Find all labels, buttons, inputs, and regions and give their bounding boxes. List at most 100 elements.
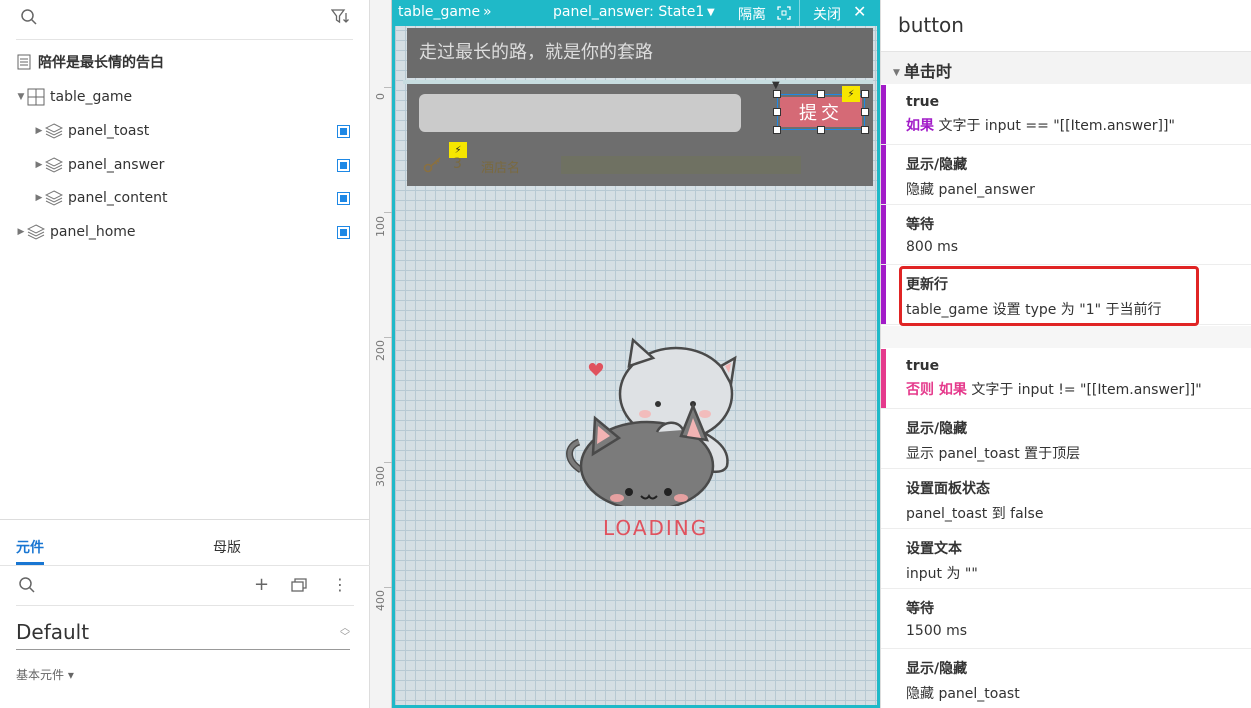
resize-handle[interactable] bbox=[817, 126, 825, 134]
search-icon[interactable] bbox=[20, 8, 38, 30]
caret-right-icon[interactable]: ▶ bbox=[34, 160, 44, 170]
case-condition[interactable]: true 如果 文字于 input == "[[Item.answer]]" bbox=[881, 85, 1251, 145]
outline-item-panel-content[interactable]: ▶ panel_content bbox=[0, 183, 370, 213]
search-icon[interactable] bbox=[18, 576, 36, 598]
resize-handle[interactable] bbox=[773, 126, 781, 134]
outline-item-panel-home[interactable]: ▶ panel_home bbox=[0, 217, 370, 247]
ruler-tick bbox=[384, 587, 392, 588]
question-text: 走过最长的路，就是你的套路 bbox=[419, 42, 653, 63]
store-name-label: 酒店名 bbox=[481, 161, 521, 176]
design-canvas: 0 100 200 300 400 table_game » panel_ans… bbox=[370, 0, 880, 708]
layers-icon bbox=[26, 222, 46, 242]
divider bbox=[799, 0, 800, 26]
action-item[interactable]: 显示/隐藏 显示 panel_toast 置于顶层 bbox=[881, 409, 1251, 469]
filter-icon[interactable] bbox=[330, 9, 349, 29]
event-label: 单击时 bbox=[903, 62, 952, 81]
ruler-mark: 300 bbox=[374, 466, 387, 487]
caret-down-icon[interactable]: ▼ bbox=[707, 7, 715, 18]
action-detail: 显示 panel_toast 置于顶层 bbox=[906, 446, 1081, 462]
phone-preview: 走过最长的路，就是你的套路 提交 ▼ ⚡ ⚡ 3 酒店名 LOADING bbox=[403, 26, 873, 708]
panel-state-dropdown[interactable]: panel_answer: State1 bbox=[553, 4, 704, 20]
updown-icon: ︿ ﹀ bbox=[340, 623, 350, 643]
action-title: 显示/隐藏 bbox=[906, 421, 968, 437]
isolate-button[interactable]: 隔离 bbox=[738, 4, 766, 24]
chevron-right-icon[interactable]: » bbox=[483, 4, 492, 20]
caret-right-icon[interactable]: ▶ bbox=[34, 126, 44, 136]
outline-page-row[interactable]: 陪伴是最长情的告白 bbox=[0, 47, 370, 77]
loading-text: LOADING bbox=[603, 516, 709, 540]
ruler-mark: 400 bbox=[374, 590, 387, 611]
add-icon[interactable]: + bbox=[254, 575, 269, 595]
action-item[interactable]: 设置面板状态 panel_toast 到 false bbox=[881, 469, 1251, 529]
tab-masters[interactable]: 母版 bbox=[213, 537, 241, 557]
close-icon[interactable]: ✕ bbox=[853, 2, 866, 21]
visibility-checkbox[interactable] bbox=[337, 225, 350, 239]
panel-answer[interactable]: 提交 ▼ ⚡ ⚡ 3 酒店名 bbox=[407, 80, 873, 186]
key-icon bbox=[423, 156, 443, 178]
visibility-checkbox[interactable] bbox=[337, 124, 350, 138]
action-item[interactable]: 显示/隐藏 隐藏 panel_toast bbox=[881, 649, 1251, 708]
action-item[interactable]: 设置文本 input 为 "" bbox=[881, 529, 1251, 589]
condition-text: 文字于 input == "[[Item.answer]]" bbox=[938, 118, 1175, 134]
edit-frame: table_game » panel_answer: State1 ▼ 隔离 关… bbox=[392, 0, 880, 708]
store-name-bar bbox=[561, 156, 801, 174]
key-count: 3 bbox=[453, 156, 462, 172]
action-detail: 隐藏 panel_toast bbox=[906, 686, 1020, 702]
ruler-tick bbox=[384, 212, 392, 213]
more-vertical-icon[interactable]: ⋮ bbox=[332, 575, 348, 595]
rotation-handle-icon[interactable]: ▼ bbox=[772, 80, 780, 91]
context-table-label[interactable]: table_game bbox=[398, 4, 480, 20]
action-title: 设置面板状态 bbox=[906, 481, 990, 497]
resize-handle[interactable] bbox=[861, 108, 869, 116]
selected-widget-title: button bbox=[881, 0, 1251, 52]
isolate-icon[interactable] bbox=[777, 6, 791, 24]
library-category[interactable]: 基本元件 ▾ bbox=[16, 666, 370, 683]
tab-widgets[interactable]: 元件 bbox=[16, 537, 44, 565]
action-item[interactable]: 显示/隐藏 隐藏 panel_answer bbox=[881, 145, 1251, 205]
caret-down-icon[interactable]: ▼ bbox=[16, 92, 26, 102]
visibility-checkbox[interactable] bbox=[337, 158, 350, 172]
event-header[interactable]: ▼ 单击时 bbox=[881, 52, 1251, 84]
action-title: 等待 bbox=[906, 601, 934, 617]
caret-down-icon[interactable]: ▼ bbox=[893, 68, 900, 78]
resize-handle[interactable] bbox=[817, 90, 825, 98]
action-item[interactable]: 等待 800 ms bbox=[881, 205, 1251, 265]
case-separator bbox=[881, 326, 1251, 348]
visibility-checkbox[interactable] bbox=[337, 191, 350, 205]
library-select-value: Default bbox=[16, 620, 90, 644]
outline-item-panel-toast[interactable]: ▶ panel_toast bbox=[0, 116, 370, 146]
library-select[interactable]: Default ︿ ﹀ bbox=[16, 620, 350, 650]
resize-handle[interactable] bbox=[773, 90, 781, 98]
heart-icon bbox=[588, 363, 604, 376]
layers-icon bbox=[44, 121, 64, 141]
table-icon bbox=[26, 87, 46, 107]
caret-right-icon[interactable]: ▶ bbox=[34, 193, 44, 203]
library-category-label: 基本元件 bbox=[16, 668, 65, 682]
caret-down-icon: ▾ bbox=[64, 668, 74, 682]
copy-icon[interactable] bbox=[291, 577, 307, 597]
caret-right-icon[interactable]: ▶ bbox=[16, 227, 26, 237]
outline-page-title: 陪伴是最长情的告白 bbox=[38, 55, 164, 71]
resize-handle[interactable] bbox=[773, 108, 781, 116]
outline-item-table-game[interactable]: ▼ table_game bbox=[0, 82, 370, 112]
resize-handle[interactable] bbox=[861, 90, 869, 98]
case-title: true bbox=[906, 94, 940, 110]
case-2[interactable]: true 否则 如果 文字于 input != "[[Item.answer]]… bbox=[881, 349, 1251, 708]
vertical-ruler: 0 100 200 300 400 bbox=[370, 0, 392, 708]
answer-input[interactable] bbox=[419, 94, 741, 132]
outline-item-panel-answer[interactable]: ▶ panel_answer bbox=[0, 150, 370, 180]
page-icon bbox=[14, 52, 34, 72]
resize-handle[interactable] bbox=[861, 126, 869, 134]
library-panel: 元件 母版 + ⋮ Default ︿ ﹀ 基本元件 ▾ bbox=[0, 519, 370, 708]
close-button[interactable]: 关闭 bbox=[813, 4, 841, 24]
library-toolbar: + ⋮ bbox=[16, 566, 354, 606]
interaction-bolt-icon[interactable]: ⚡ bbox=[842, 86, 860, 102]
layers-icon bbox=[44, 155, 64, 175]
action-item[interactable]: 等待 1500 ms bbox=[881, 589, 1251, 649]
cats-illustration bbox=[566, 337, 737, 506]
question-bar: 走过最长的路，就是你的套路 bbox=[407, 28, 873, 78]
library-tabs: 元件 母版 bbox=[0, 520, 370, 566]
action-title: 等待 bbox=[906, 217, 934, 233]
case-condition[interactable]: true 否则 如果 文字于 input != "[[Item.answer]]… bbox=[881, 349, 1251, 409]
layers-icon bbox=[44, 188, 64, 208]
